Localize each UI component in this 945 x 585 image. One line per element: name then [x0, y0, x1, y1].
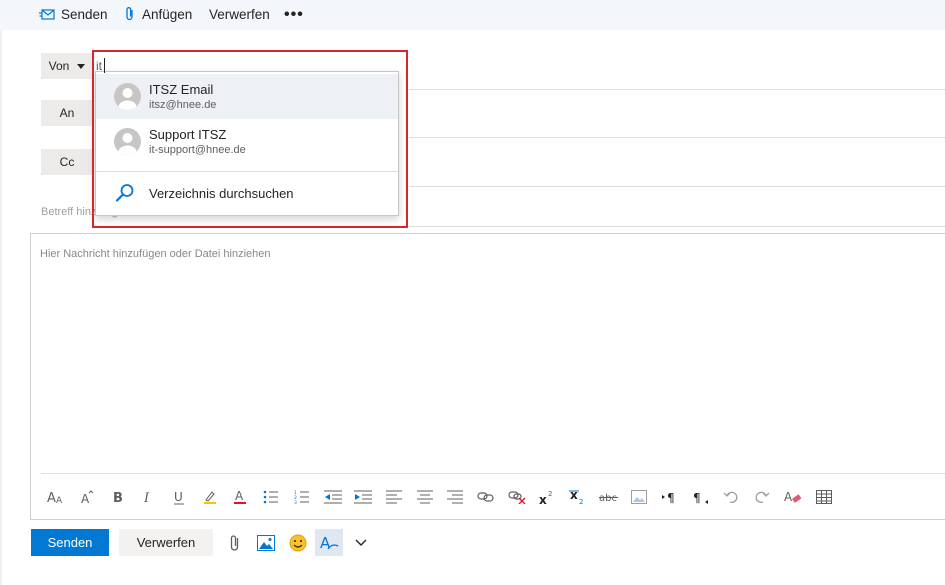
svg-text:3: 3: [294, 500, 297, 504]
more-actions-button[interactable]: [347, 529, 375, 556]
toolbar-send-button[interactable]: Senden: [39, 0, 108, 28]
insert-picture-button[interactable]: [252, 529, 280, 556]
from-selector-button[interactable]: Von: [41, 53, 93, 79]
svg-text:A: A: [784, 490, 793, 504]
highlight-icon[interactable]: [194, 484, 225, 510]
chevron-down-icon: [77, 63, 86, 69]
message-body-editor[interactable]: Hier Nachricht hinzufügen oder Datei hin…: [30, 233, 945, 520]
highlight-frame: [92, 50, 408, 228]
more-options-button[interactable]: •••: [284, 6, 304, 24]
toolbar-send-label: Senden: [61, 6, 108, 22]
clear-format-icon[interactable]: A: [778, 484, 809, 510]
svg-text:A: A: [47, 491, 56, 505]
divider: [409, 226, 945, 227]
body-placeholder: Hier Nachricht hinzufügen oder Datei hin…: [40, 248, 271, 260]
toolbar-attach-button[interactable]: Anfügen: [124, 0, 192, 28]
toolbar-discard-button[interactable]: Verwerfen: [209, 0, 270, 28]
from-label: Von: [48, 59, 70, 73]
toolbar-attach-label: Anfügen: [142, 6, 193, 22]
cc-button[interactable]: Cc: [41, 149, 93, 175]
font-size-icon[interactable]: AA: [41, 484, 72, 510]
align-right-icon[interactable]: [440, 484, 471, 510]
link-icon[interactable]: [471, 484, 502, 510]
smiley-icon: [289, 534, 307, 551]
svg-text:U: U: [174, 490, 183, 504]
svg-text:¶: ¶: [667, 491, 675, 504]
to-button[interactable]: An: [41, 100, 93, 126]
left-border: [0, 30, 2, 585]
rtl-icon[interactable]: ¶: [685, 484, 716, 510]
send-mail-icon: [39, 9, 55, 20]
ltr-icon[interactable]: ¶: [655, 484, 686, 510]
divider: [409, 137, 945, 138]
redo-icon[interactable]: [747, 484, 778, 510]
toolbar-discard-label: Verwerfen: [209, 6, 270, 22]
unlink-icon[interactable]: [501, 484, 532, 510]
picture-icon: [257, 534, 275, 551]
divider: [409, 89, 945, 90]
strikethrough-icon[interactable]: abc: [593, 484, 624, 510]
align-center-icon[interactable]: [409, 484, 440, 510]
decrease-indent-icon[interactable]: [317, 484, 348, 510]
italic-icon[interactable]: I: [133, 484, 164, 510]
to-label: An: [59, 106, 75, 120]
compose-window: Senden Anfügen Verwerfen ••• Von An Cc B…: [0, 0, 945, 585]
superscript-icon[interactable]: x2: [532, 484, 563, 510]
svg-text:¶: ¶: [693, 491, 701, 504]
bold-icon[interactable]: B: [102, 484, 133, 510]
chevron-down-icon: [355, 539, 367, 546]
underline-icon[interactable]: U: [164, 484, 195, 510]
format-bar-divider: [41, 473, 945, 474]
discard-button[interactable]: Verwerfen: [119, 529, 213, 556]
table-icon[interactable]: [808, 484, 839, 510]
svg-text:A: A: [320, 534, 331, 552]
svg-text:B: B: [113, 491, 123, 505]
formatting-toolbar: AA A B I U A 123 x 2 x 2 abc ¶ ¶ A: [41, 484, 839, 510]
svg-text:A: A: [56, 496, 63, 505]
cc-label: Cc: [59, 155, 75, 169]
subscript-icon[interactable]: x2: [563, 484, 594, 510]
align-left-icon[interactable]: [379, 484, 410, 510]
format-options-button[interactable]: A: [315, 529, 343, 556]
paperclip-icon: [126, 7, 133, 21]
divider: [409, 186, 945, 187]
attach-file-button[interactable]: [221, 529, 249, 556]
svg-text:2: 2: [579, 498, 583, 505]
svg-text:A: A: [81, 492, 90, 505]
paperclip-icon: [230, 534, 239, 551]
increase-indent-icon[interactable]: [348, 484, 379, 510]
send-button[interactable]: Senden: [31, 529, 109, 556]
font-color-icon[interactable]: A: [225, 484, 256, 510]
bullets-icon[interactable]: [256, 484, 287, 510]
grow-font-icon[interactable]: A: [72, 484, 103, 510]
undo-icon[interactable]: [716, 484, 747, 510]
svg-text:I: I: [143, 491, 150, 505]
svg-text:abc: abc: [599, 493, 617, 504]
numbering-icon[interactable]: 123: [287, 484, 318, 510]
svg-text:A: A: [235, 489, 244, 503]
image-inline-icon[interactable]: [624, 484, 655, 510]
command-bar: Senden Anfügen Verwerfen •••: [0, 0, 945, 30]
svg-text:2: 2: [548, 490, 552, 498]
svg-text:x: x: [539, 493, 547, 505]
format-text-icon: A: [320, 534, 339, 552]
emoji-button[interactable]: [284, 529, 312, 556]
